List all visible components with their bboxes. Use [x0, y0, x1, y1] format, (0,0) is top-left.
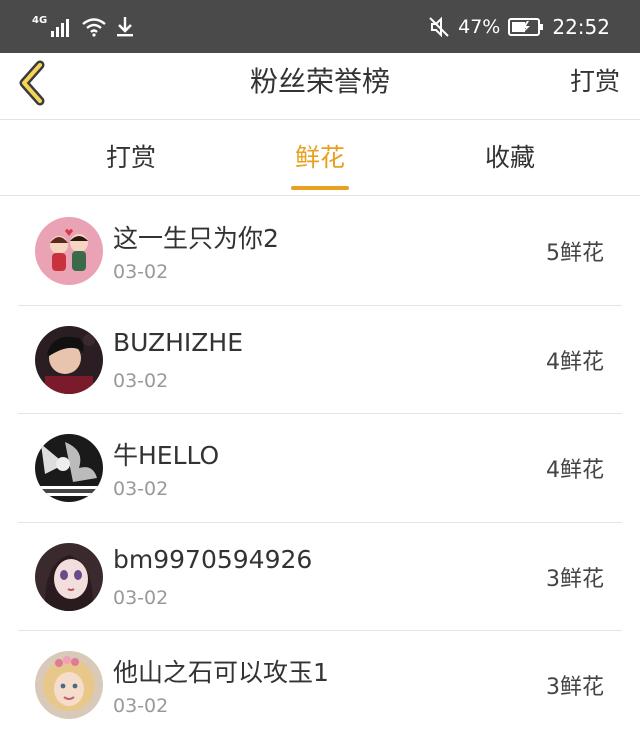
- status-bar-left: 4G: [32, 14, 135, 40]
- user-name: BUZHIZHE: [113, 327, 244, 357]
- wifi-icon: [82, 18, 106, 37]
- cartoon-couple-avatar: [35, 217, 103, 285]
- flower-count: 4鲜花: [546, 458, 604, 483]
- list-item[interactable]: 他山之石可以攻玉1 03-02 3鲜花: [18, 631, 622, 738]
- status-bar: 4G 47% 22:52: [0, 0, 640, 53]
- young-man-avatar: [35, 325, 103, 394]
- flower-count: 3鲜花: [546, 675, 604, 700]
- status-bar-right: 47% 22:52: [428, 14, 610, 40]
- avatar: [35, 434, 103, 502]
- battery-percent: 47%: [458, 16, 501, 38]
- tab-bar: 打赏 鲜花 收藏: [0, 120, 640, 196]
- network-type: 4G: [32, 14, 48, 26]
- avatar: [35, 542, 103, 611]
- fan-ranking-list: 这一生只为你2 03-02 5鲜花 BUZHIZHE 03-02 4鲜花 牛HE…: [18, 197, 622, 738]
- user-name: bm9970594926: [113, 544, 313, 574]
- signal-icon: [51, 19, 70, 37]
- active-tab-indicator: [291, 186, 349, 190]
- date: 03-02: [113, 478, 169, 500]
- clock: 22:52: [552, 15, 610, 39]
- date: 03-02: [113, 261, 169, 283]
- flower-count: 3鲜花: [546, 566, 604, 592]
- flower-count: 5鲜花: [546, 241, 604, 266]
- black-white-avatar: [35, 434, 103, 502]
- mute-icon: [429, 16, 449, 38]
- date: 03-02: [113, 586, 169, 609]
- avatar: [35, 217, 103, 285]
- user-name: 牛HELLO: [113, 441, 220, 470]
- list-item[interactable]: 牛HELLO 03-02 4鲜花: [18, 414, 622, 523]
- flower-count: 4鲜花: [546, 349, 604, 375]
- tab-reward[interactable]: 打赏: [31, 120, 231, 196]
- avatar: [35, 325, 103, 394]
- date: 03-02: [113, 369, 169, 392]
- page-title: 粉丝荣誉榜: [249, 65, 390, 98]
- anime-girl-avatar: [35, 542, 103, 611]
- list-item[interactable]: BUZHIZHE 03-02 4鲜花: [18, 306, 622, 414]
- user-name: 他山之石可以攻玉1: [113, 658, 329, 687]
- tab-flowers[interactable]: 鲜花: [220, 120, 420, 196]
- header: 粉丝荣誉榜 打赏: [0, 53, 640, 120]
- list-item[interactable]: bm9970594926 03-02 3鲜花: [18, 523, 622, 631]
- download-icon: [117, 17, 134, 37]
- battery-icon: [508, 18, 544, 36]
- reward-button[interactable]: 打赏: [570, 53, 620, 111]
- child-avatar: [35, 651, 103, 719]
- date: 03-02: [113, 695, 169, 717]
- tab-favorites[interactable]: 收藏: [410, 120, 610, 196]
- list-item[interactable]: 这一生只为你2 03-02 5鲜花: [18, 197, 622, 306]
- user-name: 这一生只为你2: [113, 224, 279, 253]
- avatar: [35, 651, 103, 719]
